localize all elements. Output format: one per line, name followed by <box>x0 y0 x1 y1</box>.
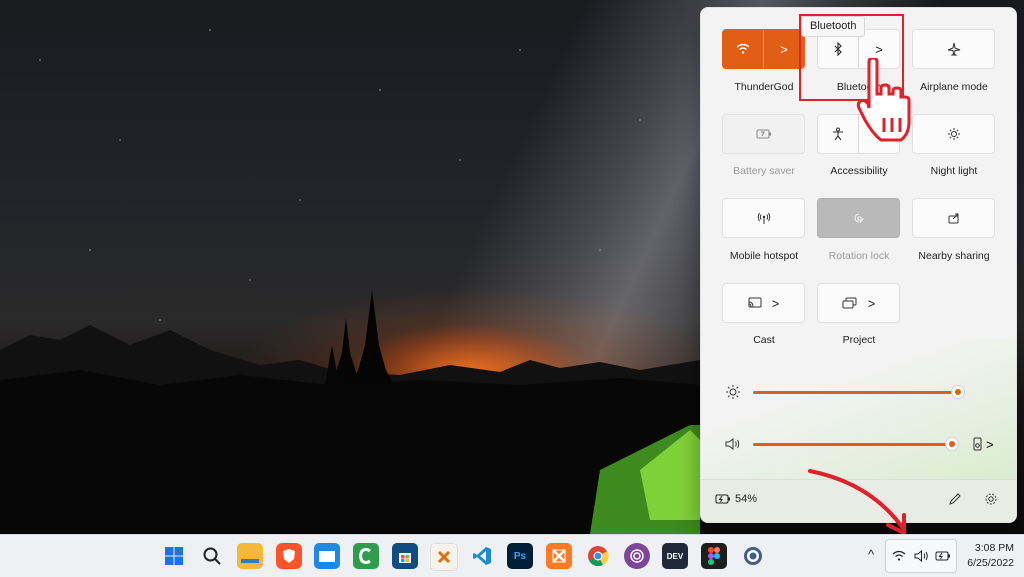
ps-text-icon: Ps <box>513 550 527 562</box>
search-button[interactable] <box>199 543 225 569</box>
store-bag-icon <box>399 553 411 563</box>
audio-output-button[interactable]: > <box>973 436 1001 452</box>
dev-app-icon[interactable]: DEV <box>662 543 688 569</box>
project-tile[interactable]: > <box>817 283 900 323</box>
dev-text-icon: DEV <box>666 551 684 561</box>
nearby-sharing-icon <box>948 213 958 224</box>
edit-quick-settings-button[interactable] <box>948 492 964 508</box>
brightness-slider[interactable] <box>753 384 965 400</box>
lion-shield-icon <box>283 549 295 563</box>
tor-browser-icon[interactable] <box>624 543 650 569</box>
x-mark-icon <box>437 550 451 564</box>
wifi-icon <box>892 550 906 561</box>
chevron-right-icon: > <box>986 436 994 452</box>
night-light-icon <box>947 128 960 140</box>
clock-time: 3:08 PM <box>974 542 1014 554</box>
all-settings-button[interactable] <box>984 492 1000 508</box>
wifi-expand-button[interactable]: > <box>764 30 804 68</box>
project-icon <box>842 297 857 309</box>
show-hidden-icons-button[interactable]: ^ <box>862 547 880 565</box>
wifi-tile[interactable]: > <box>722 29 805 69</box>
brightness-thumb[interactable] <box>951 385 965 399</box>
battery-saver-icon <box>756 129 771 139</box>
nearby-sharing-tile[interactable] <box>912 198 995 238</box>
cast-tile[interactable]: > <box>722 283 805 323</box>
airplane-mode-tile[interactable] <box>912 29 995 69</box>
mobile-hotspot-icon <box>757 212 770 224</box>
microsoft-store-icon[interactable] <box>392 543 418 569</box>
remote-desktop-icon[interactable] <box>314 543 340 569</box>
cast-icon <box>748 297 762 308</box>
chevron-right-icon: > <box>867 295 876 311</box>
volume-icon <box>725 438 740 450</box>
brightness-track <box>753 391 958 394</box>
accessibility-icon <box>833 127 843 141</box>
xampp-logo-icon <box>552 549 566 563</box>
volume-thumb[interactable] <box>945 437 959 451</box>
system-tray-button[interactable] <box>885 539 957 573</box>
xampp-icon[interactable] <box>546 543 572 569</box>
chevron-right-icon: > <box>771 295 780 311</box>
onion-icon <box>630 549 644 563</box>
obs-logo-icon <box>744 547 762 565</box>
cast-label: Cast <box>753 334 775 346</box>
folder-stripe <box>241 559 259 563</box>
battery-charging-icon <box>715 494 730 504</box>
windows-logo-icon <box>165 547 183 565</box>
chevron-right-icon: > <box>780 41 788 57</box>
xampp-control-icon[interactable] <box>430 543 458 571</box>
figma-logo-icon <box>708 547 720 565</box>
vscode-logo-icon <box>473 547 491 565</box>
rotation-lock-label: Rotation lock <box>828 250 890 262</box>
night-light-label: Night light <box>930 165 978 177</box>
airplane-icon <box>947 42 960 56</box>
camtasia-icon[interactable] <box>353 543 379 569</box>
brightness-icon <box>726 385 740 399</box>
chrome-logo-icon <box>588 546 609 567</box>
hand-pointer-cursor <box>856 58 911 142</box>
obs-icon[interactable] <box>740 543 766 569</box>
speaker-device-icon <box>973 437 982 451</box>
search-icon <box>203 547 221 565</box>
wifi-toggle[interactable] <box>723 30 763 68</box>
volume-icon <box>914 549 928 563</box>
mobile-hotspot-label: Mobile hotspot <box>729 250 799 262</box>
taskbar: Ps DEV ^ 3:08 PM 6/25/2022 <box>0 534 1024 577</box>
night-light-tile[interactable] <box>912 114 995 154</box>
accessibility-label: Accessibility <box>830 165 888 177</box>
mobile-hotspot-tile[interactable] <box>722 198 805 238</box>
start-button[interactable] <box>161 543 187 569</box>
battery-charging-icon <box>935 551 950 561</box>
battery-saver-tile[interactable] <box>722 114 805 154</box>
battery-status[interactable]: 54% <box>715 493 757 505</box>
brave-browser-icon[interactable] <box>276 543 302 569</box>
photoshop-icon[interactable]: Ps <box>507 543 533 569</box>
wifi-icon <box>736 43 750 54</box>
annotation-arrow <box>808 469 906 535</box>
volume-track <box>753 443 952 446</box>
nearby-sharing-label: Nearby sharing <box>918 250 990 262</box>
airplane-mode-label: Airplane mode <box>920 81 988 93</box>
volume-slider[interactable] <box>753 436 965 452</box>
figma-icon[interactable] <box>701 543 727 569</box>
chevron-up-icon: ^ <box>867 547 875 562</box>
vscode-icon[interactable] <box>469 543 495 569</box>
monitor-shape <box>319 550 335 562</box>
accessibility-toggle[interactable] <box>818 115 858 153</box>
chrome-icon[interactable] <box>585 543 611 569</box>
rotation-lock-icon <box>853 213 864 223</box>
file-explorer-icon[interactable] <box>237 543 263 569</box>
rotation-lock-tile[interactable] <box>817 198 900 238</box>
gear-icon <box>985 493 997 505</box>
camtasia-c-icon <box>359 548 371 564</box>
battery-saver-label: Battery saver <box>733 165 795 177</box>
clock-date: 6/25/2022 <box>967 557 1014 569</box>
battery-percent: 54% <box>735 493 758 505</box>
pencil-icon <box>949 493 961 505</box>
project-label: Project <box>842 334 876 346</box>
